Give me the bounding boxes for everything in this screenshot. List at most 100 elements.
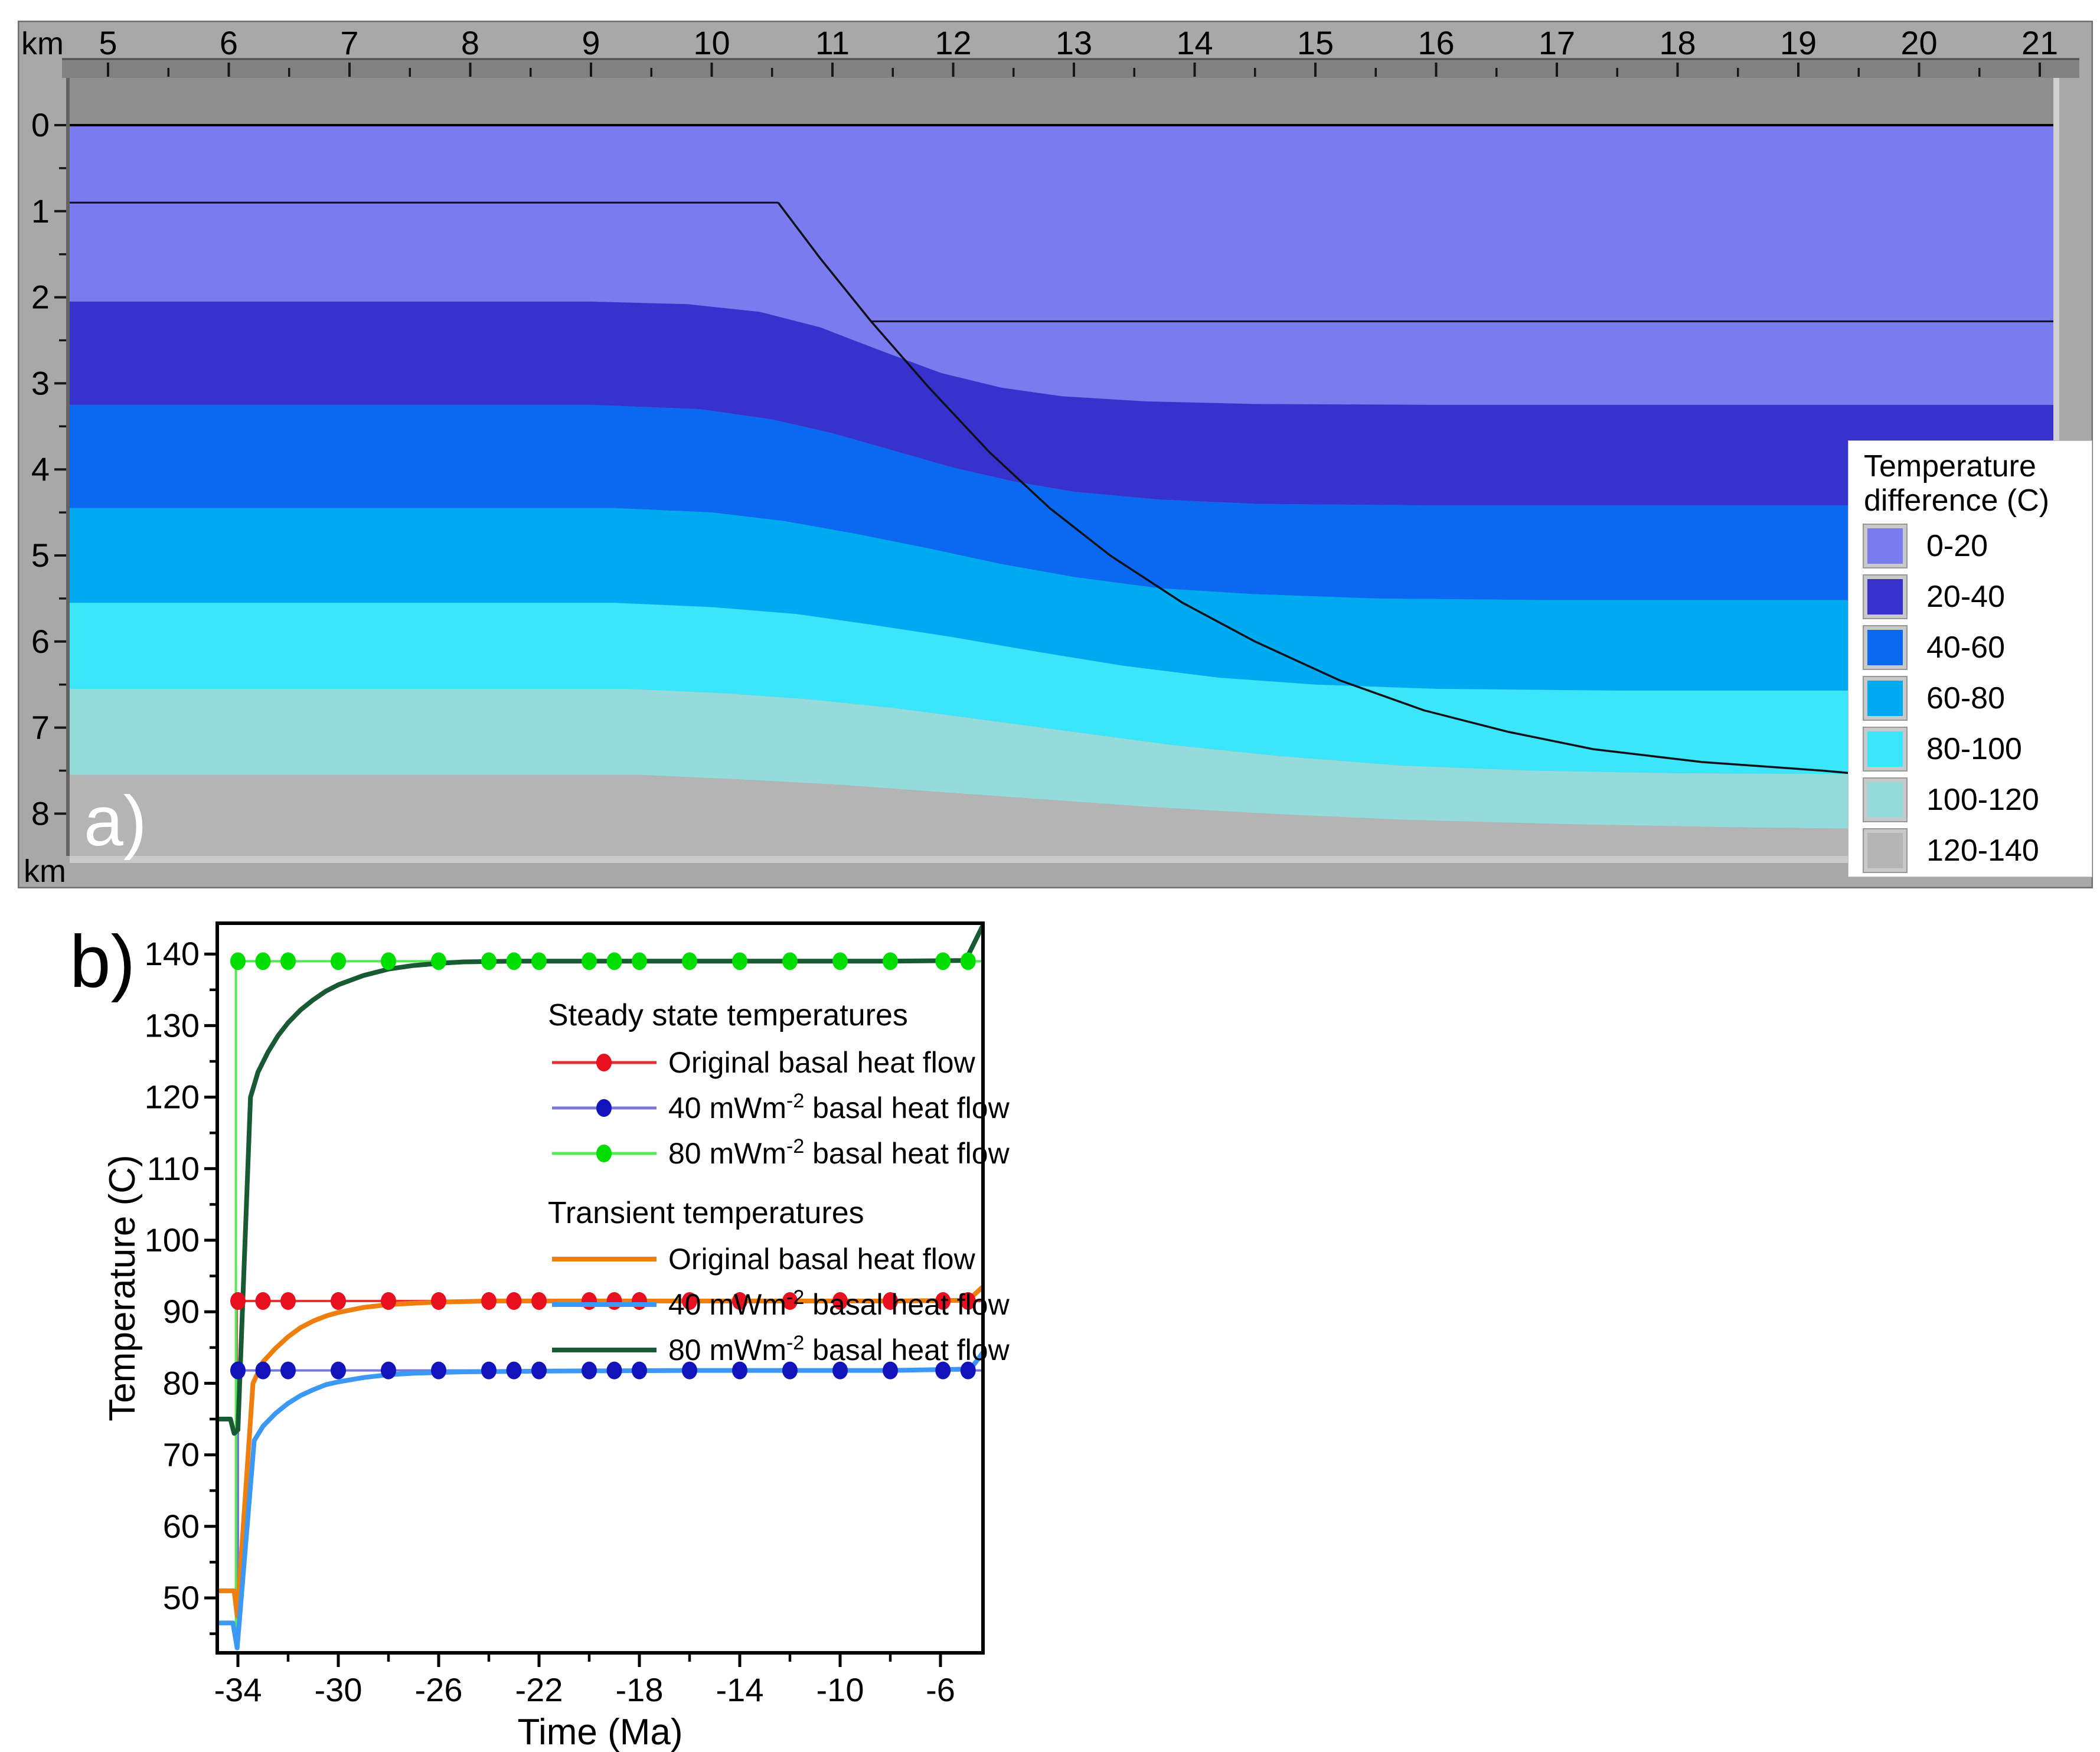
depth-tick-label: 7 [31,709,50,746]
ruler-unit-label-top: km [21,26,64,61]
legend-entry-120-140: 120-140 [1864,829,2092,872]
legend-entry-text: 40 mWm-2 basal heat flow [668,1090,1010,1125]
ruler-tick-label: 6 [220,24,238,61]
left-bevel [66,78,70,856]
legend-entry-text: 80 mWm-2 basal heat flow [668,1135,1010,1170]
legend-entry-80-100: 80-100 [1864,728,2092,770]
depth-tick-label: 2 [31,279,50,316]
legend-swatch [1864,576,1906,618]
legend-entry-text: 80 mWm-2 basal heat flow [668,1332,1010,1367]
x-tick-label: -10 [817,1671,864,1708]
legend-marker-sample [596,1099,612,1117]
x-tick-label: -22 [515,1671,563,1708]
depth-tick-label: 3 [31,364,50,401]
steady-marker-1 [582,1362,597,1380]
ruler-tick-label: 19 [1780,24,1817,61]
depth-tick-label: 8 [31,795,50,832]
depth-tick-label: 4 [31,450,50,488]
x-tick-label: -34 [214,1671,262,1708]
ruler-tick-label: 16 [1418,24,1454,61]
legend-entry-text: Original basal heat flow [668,1243,976,1276]
steady-marker-2 [531,952,547,970]
depth-tick-label: 1 [31,192,50,230]
ruler-tick-label: 18 [1659,24,1696,61]
legend-entry-label: 20-40 [1926,579,2005,614]
time-series-chart: -34-30-26-22-18-14-10-650607080901001101… [0,885,1039,1752]
cross-section-chart: 56789101112131415161718192021km012345678… [18,21,2093,888]
y-tick-label: 50 [163,1579,200,1616]
legend-marker-sample [596,1054,612,1071]
legend-swatch [1864,728,1906,770]
steady-marker-2 [230,952,246,970]
y-tick-label: 140 [145,935,200,972]
x-tick-label: -26 [415,1671,463,1708]
steady-marker-1 [481,1362,497,1380]
steady-marker-1 [280,1362,296,1380]
legend-swatch [1864,525,1906,567]
steady-marker-2 [632,952,647,970]
legend-entry-label: 60-80 [1926,681,2005,716]
steady-marker-0 [331,1292,346,1310]
legend-entry-text: Original basal heat flow [668,1046,976,1079]
steady-marker-0 [607,1292,622,1310]
steady-marker-1 [230,1362,246,1380]
x-tick-label: -30 [315,1671,362,1708]
ruler-tick-label: 20 [1900,24,1937,61]
panel-b-label: b) [70,921,135,1003]
legend-swatch [1864,626,1906,669]
bottom-bevel [70,856,2059,863]
y-tick-label: 80 [163,1364,200,1401]
steady-marker-0 [381,1292,396,1310]
steady-marker-2 [607,952,622,970]
steady-marker-2 [682,952,697,970]
temperature-bands [60,125,2064,865]
steady-marker-2 [381,952,396,970]
legend-entry-0-20: 0-20 [1864,525,2092,567]
panel-b-time-series: -34-30-26-22-18-14-10-650607080901001101… [0,885,1039,1752]
legend-marker-sample [596,1145,612,1162]
top-ruler-strip [62,59,2079,78]
y-tick-label: 130 [145,1006,200,1044]
steady-marker-0 [431,1292,446,1310]
y-tick-label: 90 [163,1293,200,1330]
steady-marker-0 [531,1292,547,1310]
ruler-tick-label: 15 [1297,24,1334,61]
panel-a-cross-section: 56789101112131415161718192021km012345678… [18,21,2093,888]
temperature-difference-legend: Temperature difference (C) 0-2020-4040-6… [1848,440,2092,877]
steady-marker-2 [732,952,747,970]
ruler-tick-label: 11 [815,24,850,61]
steady-marker-0 [280,1292,296,1310]
ruler-unit-label-bottom: km [24,854,66,888]
legend-swatch [1864,779,1906,821]
legend-title-line2: difference (C) [1864,483,2092,518]
steady-marker-1 [331,1362,346,1380]
legend-entry-label: 40-60 [1926,630,2005,665]
ruler-tick-label: 17 [1539,24,1575,61]
depth-tick-label: 0 [31,106,50,143]
steady-marker-0 [230,1292,246,1310]
steady-marker-2 [331,952,346,970]
steady-marker-2 [935,952,951,970]
steady-marker-2 [256,952,271,970]
steady-marker-2 [883,952,898,970]
steady-marker-2 [280,952,296,970]
y-tick-label: 60 [163,1508,200,1545]
x-axis-title: Time (Ma) [517,1712,682,1752]
steady-marker-1 [531,1362,547,1380]
ruler-tick-label: 9 [582,24,600,61]
x-tick-label: -14 [716,1671,764,1708]
steady-marker-1 [256,1362,271,1380]
steady-marker-1 [607,1362,622,1380]
y-tick-label: 120 [145,1078,200,1116]
steady-marker-0 [481,1292,497,1310]
legend-entry-100-120: 100-120 [1864,779,2092,821]
steady-marker-2 [782,952,798,970]
ruler-tick-label: 13 [1056,24,1092,61]
panel-a-label: a) [84,782,147,861]
legend-entry-40-60: 40-60 [1864,626,2092,669]
legend-entry-label: 100-120 [1926,782,2039,818]
steady-marker-2 [431,952,446,970]
transient-legend-header: Transient temperatures [548,1196,864,1230]
ruler-tick-label: 7 [340,24,358,61]
depth-tick-label: 6 [31,623,50,660]
